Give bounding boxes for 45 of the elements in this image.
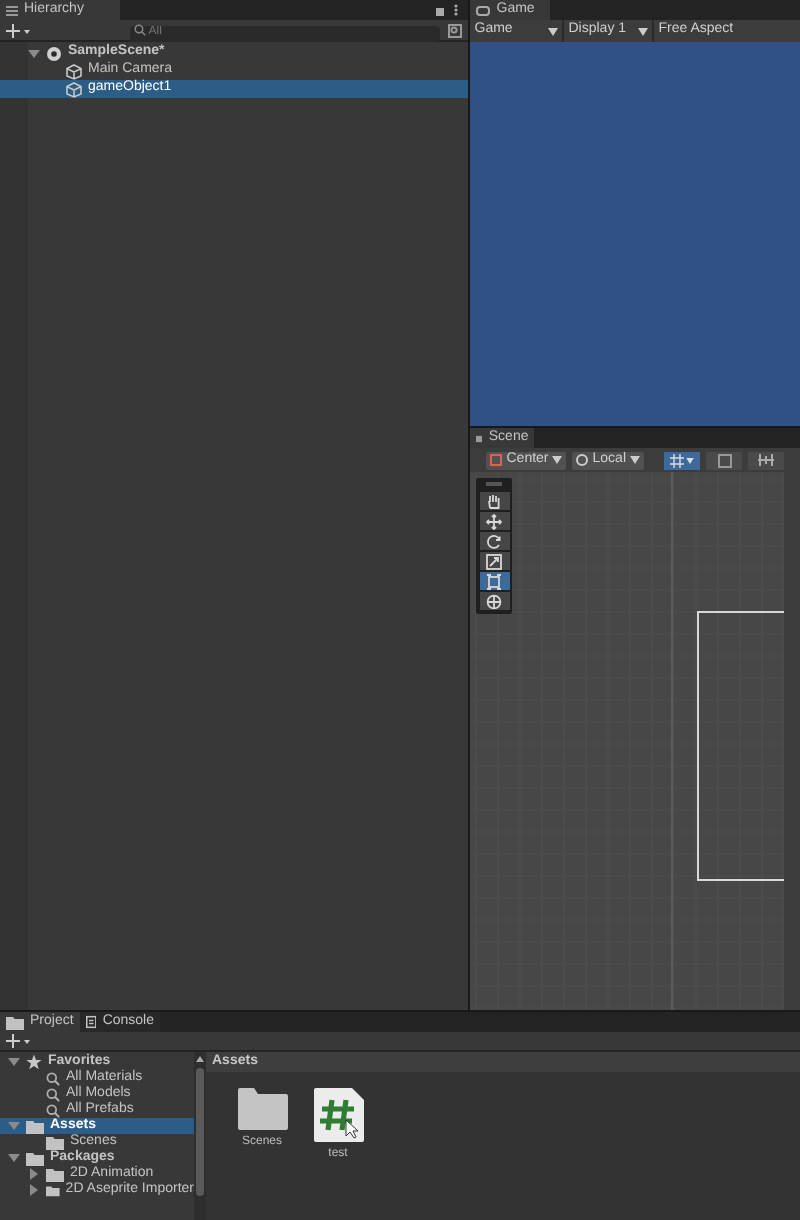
folder-icon (6, 1015, 24, 1029)
add-icon[interactable] (6, 23, 30, 37)
script-file-icon (313, 1088, 363, 1142)
expanded-caret-icon[interactable] (8, 1152, 20, 1164)
folder-icon (237, 1088, 287, 1130)
snap-button[interactable] (706, 451, 742, 469)
rect-tool-icon (486, 573, 503, 589)
caret-icon (548, 27, 559, 35)
snap-icon (717, 453, 731, 467)
grid-icon (670, 453, 684, 467)
collapsed-caret-icon[interactable] (28, 1184, 40, 1196)
scrollbar-thumb[interactable] (196, 1068, 204, 1196)
tool-button[interactable] (479, 512, 510, 530)
caret-icon (638, 27, 649, 35)
tool-button[interactable] (479, 572, 510, 590)
pivot-icon (490, 454, 503, 466)
console-icon (86, 1014, 97, 1030)
expanded-caret-icon[interactable] (8, 1056, 20, 1068)
tool-button[interactable] (479, 552, 510, 570)
add-icon[interactable] (6, 1034, 30, 1048)
search-icon (134, 24, 147, 36)
list-icon (6, 5, 18, 15)
tool-button[interactable] (479, 592, 510, 610)
caret-icon (552, 456, 563, 464)
hand-icon (486, 493, 503, 509)
rotate-icon (486, 533, 503, 549)
move-arrows-icon (486, 513, 503, 529)
caret-icon (686, 457, 694, 463)
scroll-up-icon[interactable] (196, 1056, 204, 1064)
scene-icon (476, 433, 483, 443)
grid-snap-button[interactable] (664, 451, 700, 469)
transform-icon (486, 593, 503, 609)
star-icon (26, 1054, 42, 1070)
caret-icon (630, 456, 640, 464)
tool-button[interactable] (479, 532, 510, 550)
ruler-icon (758, 454, 774, 466)
globe-icon (576, 454, 589, 466)
unity-logo-icon (46, 45, 62, 61)
tool-button[interactable] (479, 492, 510, 510)
expanded-caret-icon[interactable] (28, 47, 40, 59)
gamepad-icon (476, 5, 491, 15)
collapsed-caret-icon[interactable] (28, 1168, 40, 1180)
increment-button[interactable] (748, 451, 784, 469)
scale-icon (486, 553, 503, 569)
scene-search-icon[interactable] (448, 23, 463, 37)
